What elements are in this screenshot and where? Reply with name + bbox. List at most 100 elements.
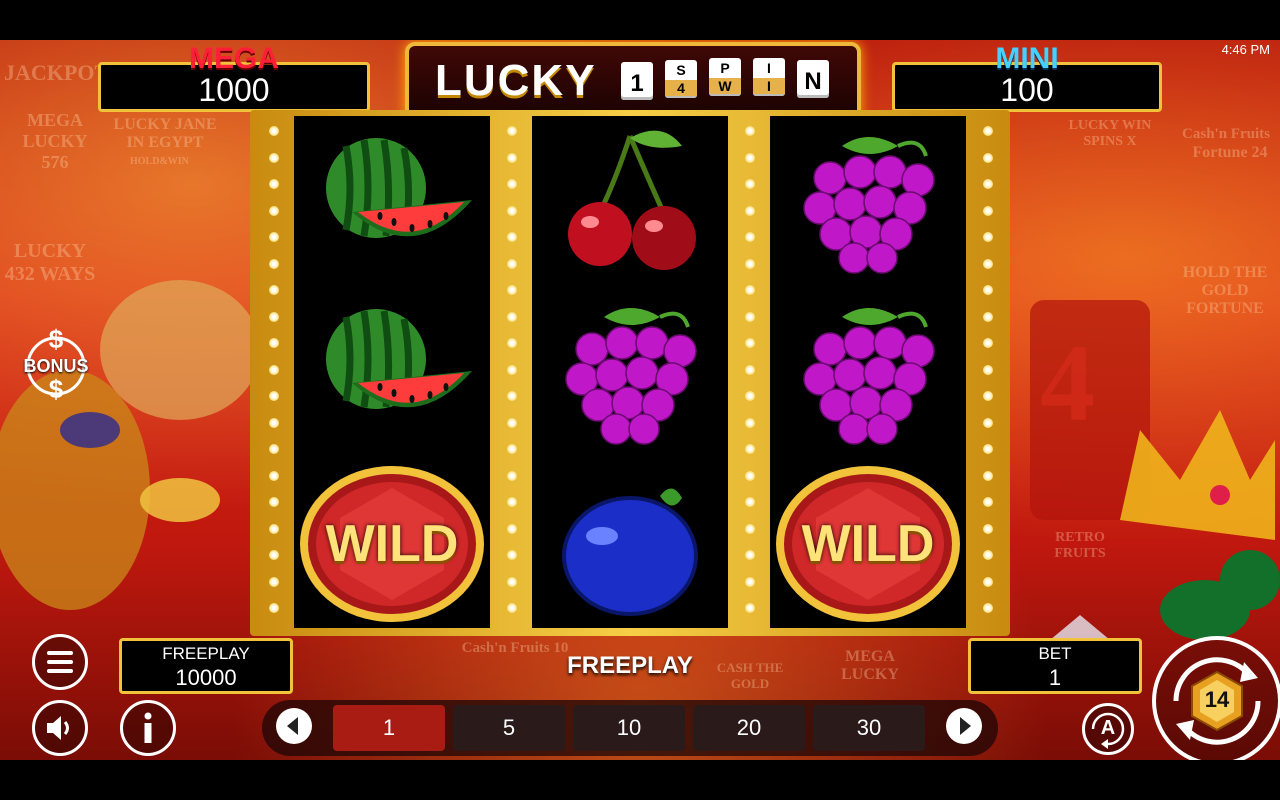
- bet-option[interactable]: 20: [693, 705, 805, 751]
- plum-symbol: [532, 458, 728, 628]
- marquee-bulb: [507, 285, 517, 295]
- mega-value: 1000: [198, 72, 270, 108]
- marquee-bulb: [269, 417, 279, 428]
- marquee-bulb: [507, 179, 517, 189]
- marquee-bulb: [269, 179, 279, 189]
- info-button[interactable]: [120, 700, 176, 756]
- logo-tile-top: P: [720, 60, 730, 76]
- marquee-bulb: [745, 311, 755, 322]
- game-logo: LUCKY 1 S 4 P W I I N: [405, 42, 861, 120]
- bet-selector: 1 5 10 20 30: [262, 700, 998, 756]
- bonus-dollar-icon[interactable]: $ $ BONUS: [16, 324, 96, 406]
- marquee-bulb: [983, 126, 993, 136]
- marquee-bulb: [983, 179, 993, 189]
- marquee-bulb: [269, 603, 279, 613]
- marquee-bulb: [269, 470, 279, 481]
- marquee-bulb: [745, 603, 755, 613]
- autoplay-label: A: [1100, 717, 1116, 739]
- marquee-bulb: [507, 523, 517, 534]
- bet-option[interactable]: 30: [813, 705, 925, 751]
- bet-value: 1: [1048, 665, 1062, 690]
- marquee-bulb: [745, 576, 755, 587]
- marquee-bulb: [745, 444, 755, 454]
- marquee-bulb: [269, 497, 279, 507]
- bet-option[interactable]: 10: [573, 705, 685, 751]
- marquee-bulb: [745, 179, 755, 189]
- marquee-bulb: [269, 285, 279, 295]
- marquee-bulb: [269, 523, 279, 534]
- marquee-bulb: [745, 417, 755, 428]
- marquee-bulb: [507, 444, 517, 454]
- marquee-bulb: [269, 232, 279, 242]
- marquee-bulb: [507, 205, 517, 216]
- marquee-bulb: [269, 126, 279, 136]
- mega-jackpot: MEGA 1000: [98, 43, 370, 112]
- marquee-bulb: [269, 152, 279, 163]
- info-icon: [144, 712, 152, 743]
- logo-tile: 1: [621, 62, 653, 100]
- freeplay-label: FREEPLAY: [162, 644, 250, 663]
- bet-box: BET 1: [968, 638, 1142, 694]
- spin-logo: 14: [1204, 687, 1230, 712]
- marquee-bulb: [983, 258, 993, 269]
- bg-title: HOLD&WIN: [130, 156, 189, 167]
- marquee-bulb: [745, 232, 755, 242]
- autoplay-button[interactable]: A: [1082, 703, 1134, 755]
- clock: 4:46 PM: [1221, 42, 1270, 57]
- watermelon-symbol: [294, 287, 490, 457]
- grapes-symbol: [532, 287, 728, 457]
- freeplay-box: FREEPLAY 10000: [119, 638, 293, 694]
- reel-frame: WILD WILD: [250, 110, 1010, 636]
- svg-text:$: $: [49, 374, 64, 404]
- logo-tile-bottom: 4: [665, 80, 697, 96]
- sound-button[interactable]: [32, 700, 88, 756]
- logo-tile: I I: [753, 58, 785, 96]
- marquee-bulb: [983, 550, 993, 560]
- marquee-bulb: [269, 576, 279, 587]
- reel-1: WILD: [294, 116, 490, 628]
- marquee-bulb: [507, 338, 517, 348]
- right-arrow-icon: [960, 717, 971, 735]
- marquee-bulb: [983, 576, 993, 587]
- marquee-bulb: [745, 205, 755, 216]
- svg-text:4: 4: [1040, 322, 1095, 444]
- bet-next-button[interactable]: [946, 708, 982, 744]
- bet-prev-button[interactable]: [276, 708, 312, 744]
- menu-button[interactable]: [32, 634, 88, 690]
- marquee-bulb: [745, 364, 755, 375]
- marquee-bulb: [983, 497, 993, 507]
- reel-3: WILD: [770, 116, 966, 628]
- reel-divider-left: [256, 116, 292, 628]
- marquee-bulb: [269, 550, 279, 560]
- menu-icon: [47, 651, 73, 673]
- grapes-symbol: [770, 287, 966, 457]
- logo-tile-text: N: [804, 68, 822, 95]
- logo-tile: S 4: [665, 60, 697, 98]
- reel-divider-right: [970, 116, 1006, 628]
- mini-value: 100: [1000, 72, 1054, 108]
- logo-tile: N: [797, 60, 829, 98]
- marquee-bulb: [745, 258, 755, 269]
- svg-text:$: $: [49, 326, 64, 354]
- cherry-symbol: [532, 116, 728, 286]
- marquee-bulb: [983, 285, 993, 295]
- marquee-bulb: [745, 550, 755, 560]
- marquee-bulb: [983, 391, 993, 401]
- bg-title: LUCKY JANE IN EGYPT: [113, 116, 217, 151]
- bet-option[interactable]: 1: [333, 705, 445, 751]
- marquee-bulb: [507, 417, 517, 428]
- marquee-bulb: [507, 126, 517, 136]
- bonus-label: BONUS: [23, 356, 89, 376]
- marquee-bulb: [983, 470, 993, 481]
- sound-icon: [47, 716, 69, 740]
- marquee-bulb: [745, 126, 755, 136]
- bg-title: MEGA LUCKY 576: [22, 110, 88, 172]
- bg-title: LUCKY WIN SPINS X: [1068, 118, 1152, 149]
- logo-tile: P W: [709, 58, 741, 96]
- marquee-bulb: [269, 444, 279, 454]
- reel-2: [532, 116, 728, 628]
- bet-option[interactable]: 5: [453, 705, 565, 751]
- marquee-bulb: [983, 311, 993, 322]
- logo-tile-top: S: [676, 62, 686, 78]
- spin-button[interactable]: 14: [1152, 636, 1280, 760]
